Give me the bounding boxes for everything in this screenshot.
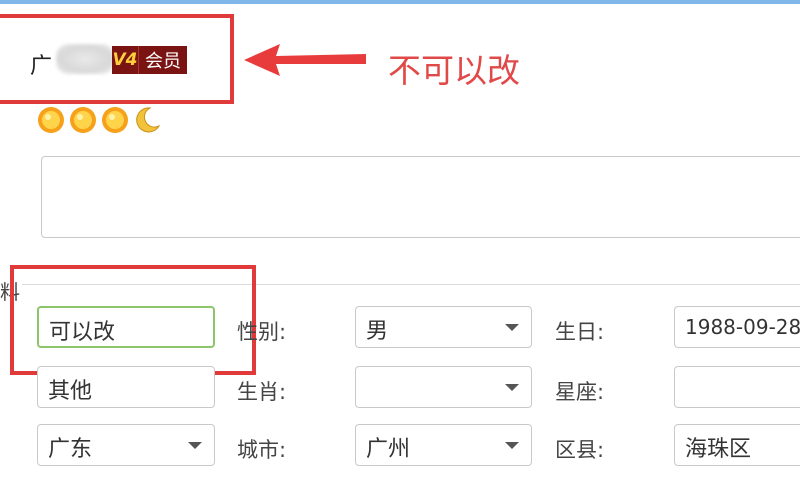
city-select[interactable]: 广州 bbox=[355, 424, 532, 466]
gender-value: 男 bbox=[366, 319, 389, 344]
blood-type-select[interactable]: 其他 bbox=[37, 366, 215, 408]
sun-icon bbox=[70, 107, 96, 133]
window-top-border bbox=[0, 0, 800, 4]
nickname-input[interactable]: 可以改 bbox=[37, 306, 215, 348]
nickname-prefix: 广 bbox=[30, 54, 53, 79]
chevron-down-icon[interactable] bbox=[505, 324, 519, 331]
province-select[interactable]: 广东 bbox=[37, 424, 215, 466]
constellation-label: 星座: bbox=[555, 380, 605, 404]
birthday-input[interactable]: 1988-09-28 bbox=[674, 306, 800, 348]
chevron-down-icon[interactable] bbox=[505, 384, 519, 391]
gender-select[interactable]: 男 bbox=[355, 306, 532, 348]
nickname-redacted bbox=[56, 44, 114, 74]
zodiac-label: 生肖: bbox=[237, 380, 287, 404]
city-value: 广州 bbox=[366, 437, 411, 462]
province-value: 广东 bbox=[48, 437, 93, 462]
district-input[interactable]: 海珠区 bbox=[674, 424, 800, 466]
moon-icon bbox=[136, 107, 161, 133]
signature-textarea[interactable] bbox=[41, 156, 800, 238]
annotation-text: 不可以改 bbox=[388, 51, 520, 90]
vip-logo-icon: V4 bbox=[112, 46, 138, 74]
sun-icon bbox=[38, 107, 64, 133]
district-label: 区县: bbox=[555, 438, 605, 462]
blood-type-value: 其他 bbox=[48, 379, 93, 404]
birthday-value: 1988-09-28 bbox=[685, 315, 800, 339]
vip-label: 会员 bbox=[138, 46, 187, 74]
level-icons bbox=[36, 105, 162, 135]
district-value: 海珠区 bbox=[685, 437, 752, 462]
chevron-down-icon[interactable] bbox=[188, 442, 202, 449]
annotation-arrow-icon bbox=[244, 44, 366, 76]
chevron-down-icon[interactable] bbox=[505, 442, 519, 449]
nickname-input-value: 可以改 bbox=[49, 320, 116, 345]
birthday-label: 生日: bbox=[555, 320, 605, 344]
sun-icon bbox=[102, 107, 128, 133]
constellation-select[interactable] bbox=[674, 366, 800, 408]
zodiac-select[interactable] bbox=[355, 366, 532, 408]
city-label: 城市: bbox=[237, 438, 287, 462]
gender-label: 性别: bbox=[237, 320, 287, 344]
vip-badge[interactable]: V4 会员 bbox=[112, 46, 187, 74]
